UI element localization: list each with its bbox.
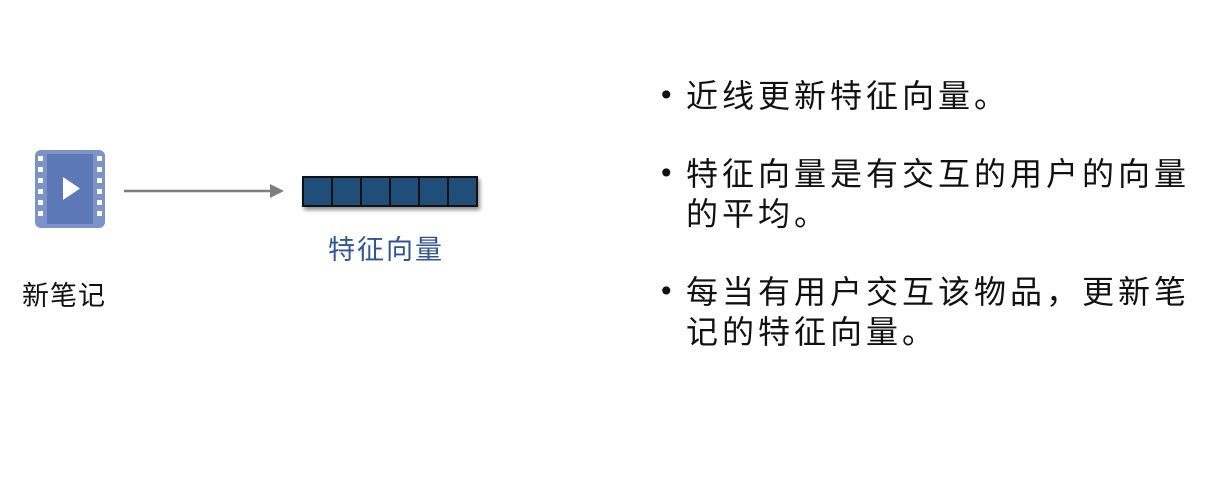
bullet-text: 特征向量是有交互的用户的向量的平均。 bbox=[686, 155, 1191, 233]
bullet-item: • 特征向量是有交互的用户的向量的平均。 bbox=[658, 154, 1198, 234]
bullet-list: • 近线更新特征向量。 • 特征向量是有交互的用户的向量的平均。 • 每当有用户… bbox=[658, 76, 1198, 390]
vector-cell bbox=[391, 178, 420, 205]
bullet-dot-icon: • bbox=[658, 79, 679, 112]
video-file-icon bbox=[35, 150, 105, 228]
new-note-label: 新笔记 bbox=[22, 281, 106, 312]
bullet-item: • 每当有用户交互该物品，更新笔记的特征向量。 bbox=[658, 272, 1198, 352]
bullet-dot-icon: • bbox=[658, 275, 679, 308]
bullet-text: 每当有用户交互该物品，更新笔记的特征向量。 bbox=[686, 273, 1191, 351]
bullet-dot-icon: • bbox=[658, 157, 679, 190]
vector-cell bbox=[304, 178, 333, 205]
bullet-text: 近线更新特征向量。 bbox=[686, 77, 1011, 115]
vector-cell bbox=[333, 178, 362, 205]
bullet-item: • 近线更新特征向量。 bbox=[658, 76, 1198, 116]
feature-vector bbox=[302, 176, 478, 207]
vector-cell bbox=[449, 178, 476, 205]
feature-vector-label: 特征向量 bbox=[328, 235, 444, 266]
vector-cell bbox=[362, 178, 391, 205]
vector-cell bbox=[420, 178, 449, 205]
right-arrow-icon bbox=[124, 180, 288, 202]
